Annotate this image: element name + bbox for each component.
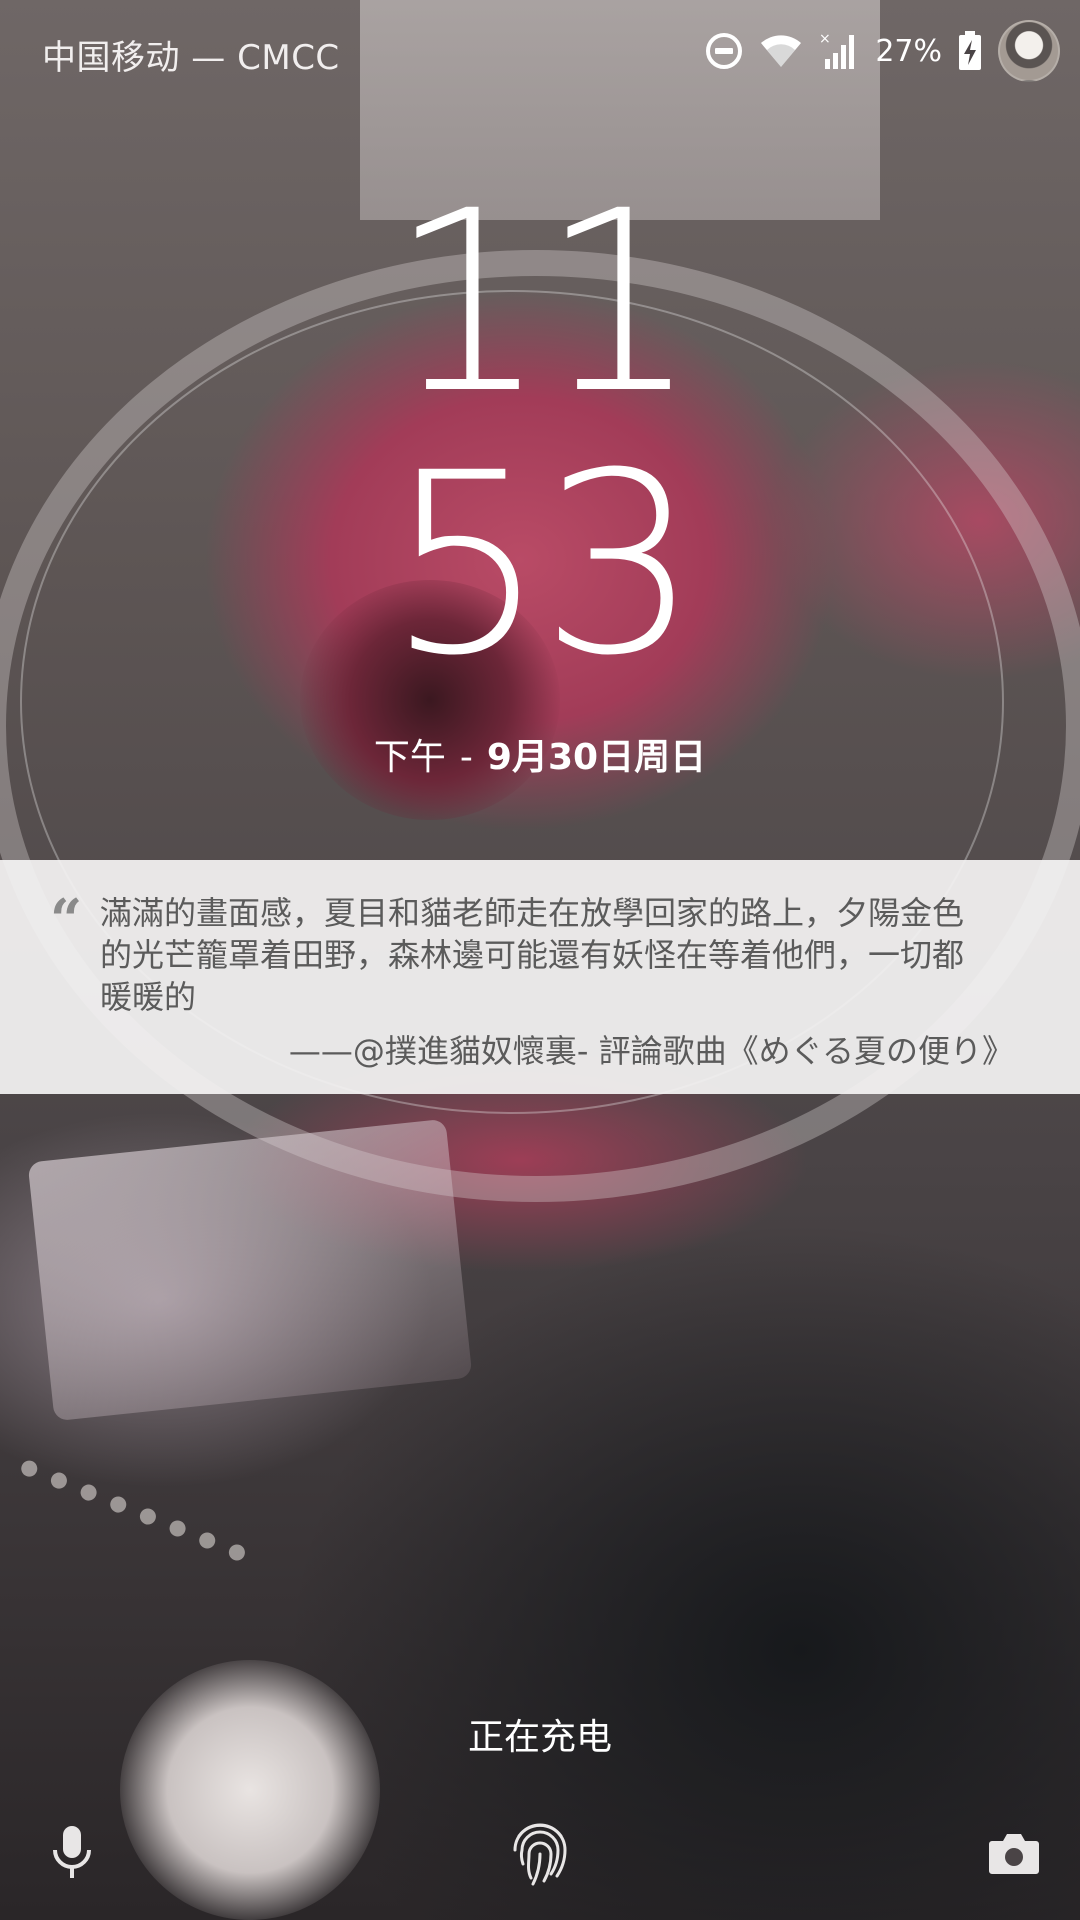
clock-period: 下午	[373, 737, 446, 778]
date-separator: -	[459, 737, 473, 778]
quote-card[interactable]: “ 滿滿的畫面感，夏目和貓老師走在放學回家的路上，夕陽金色的光芒籠罩着田野，森林…	[0, 860, 1080, 1094]
fingerprint-button[interactable]	[500, 1815, 580, 1895]
wallpaper-hand	[120, 1660, 380, 1920]
status-bar: 中国移动 — CMCC × 27%	[0, 0, 1080, 100]
voice-assist-button[interactable]	[32, 1815, 112, 1895]
clock-hour: 11	[388, 157, 699, 448]
avatar[interactable]	[998, 20, 1060, 82]
fingerprint-icon	[509, 1818, 571, 1892]
quote-text: 滿滿的畫面感，夏目和貓老師走在放學回家的路上，夕陽金色的光芒籠罩着田野，森林邊可…	[100, 894, 965, 1016]
wifi-icon	[759, 33, 803, 69]
clock-minute: 53	[386, 419, 699, 710]
wallpaper-light-patch	[27, 1118, 473, 1422]
battery-percent: 27%	[875, 33, 942, 69]
cellular-signal-icon: ×	[819, 31, 859, 71]
quote-mark-icon: “	[50, 887, 83, 953]
date-label: 9月30日周日	[486, 737, 707, 778]
microphone-icon	[50, 1824, 94, 1886]
battery-charging-icon	[958, 31, 982, 71]
status-icons: × 27%	[705, 18, 1060, 84]
camera-icon	[988, 1831, 1040, 1879]
svg-text:×: ×	[819, 31, 831, 47]
wallpaper-bracelet	[0, 1458, 248, 1628]
quote-source: ——@撲進貓奴懷裏- 評論歌曲《めぐる夏の便り》	[288, 1032, 1014, 1070]
do-not-disturb-icon	[705, 32, 743, 70]
charging-status: 正在充电	[467, 1717, 612, 1758]
date-line: 下午 -9月30日周日	[0, 728, 1080, 780]
carrier-label: 中国移动 — CMCC	[42, 38, 340, 78]
camera-button[interactable]	[974, 1815, 1054, 1895]
